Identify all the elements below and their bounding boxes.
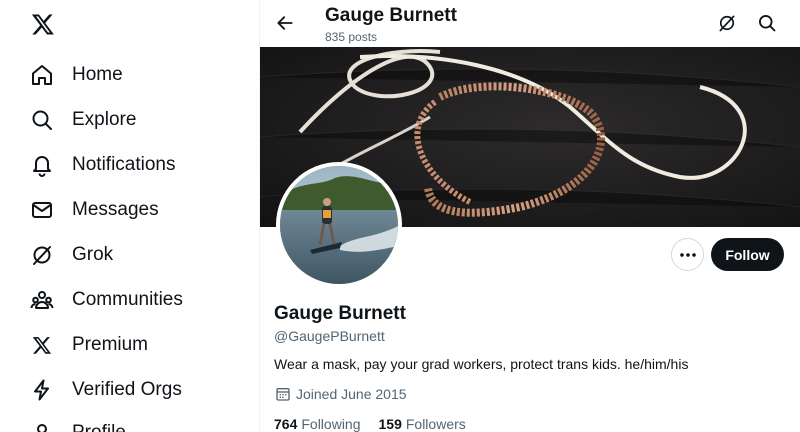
envelope-icon [30, 198, 54, 222]
profile-avatar[interactable] [276, 162, 402, 288]
header-profile-name: Gauge Burnett [325, 5, 457, 26]
x-logo-icon[interactable] [29, 9, 57, 39]
nav-label-verified-orgs: Verified Orgs [72, 379, 182, 400]
nav-item-notifications[interactable]: Notifications [30, 145, 176, 185]
nav-item-communities[interactable]: Communities [30, 280, 183, 320]
nav-label-messages: Messages [72, 199, 159, 220]
nav-item-explore[interactable]: Explore [30, 100, 136, 140]
bell-icon [30, 153, 54, 177]
profile-name: Gauge Burnett [274, 303, 406, 324]
nav-label-communities: Communities [72, 289, 183, 310]
search-icon[interactable] [756, 12, 778, 34]
search-icon [30, 108, 54, 132]
grok-icon[interactable] [716, 12, 738, 34]
nav-label-explore: Explore [72, 109, 137, 130]
followers-label: Followers [405, 416, 466, 432]
nav-item-verified-orgs[interactable]: Verified Orgs [30, 370, 182, 410]
lightning-icon [30, 378, 54, 402]
person-icon [30, 421, 54, 432]
nav-item-premium[interactable]: Premium [30, 325, 148, 365]
following-link[interactable]: 764 Following [274, 416, 361, 432]
following-label: Following [301, 416, 361, 432]
more-options-button[interactable] [671, 238, 704, 271]
following-count: 764 [274, 416, 298, 432]
followers-count: 159 [378, 416, 402, 432]
back-arrow-icon[interactable] [272, 10, 298, 36]
nav-label-home: Home [72, 64, 123, 85]
profile-header-bar: Gauge Burnett 835 posts [260, 0, 800, 47]
joined-text: Joined June 2015 [296, 386, 407, 402]
nav-item-home[interactable]: Home [30, 55, 123, 95]
profile-handle: @GaugePBurnett [274, 328, 385, 344]
nav-item-messages[interactable]: Messages [30, 190, 159, 230]
nav-item-profile[interactable]: Profile [30, 413, 126, 432]
people-icon [30, 288, 54, 312]
home-icon [30, 63, 54, 87]
nav-label-profile: Profile [72, 422, 126, 432]
nav-label-notifications: Notifications [72, 154, 176, 175]
nav-label-premium: Premium [72, 334, 149, 355]
calendar-icon [274, 385, 292, 403]
profile-joined-date: Joined June 2015 [274, 385, 407, 403]
profile-bio: Wear a mask, pay your grad workers, prot… [274, 356, 689, 372]
grok-icon [30, 243, 54, 267]
avatar-image [280, 166, 398, 284]
header-post-count: 835 posts [325, 30, 378, 44]
left-navigation: Home Explore Notifications Messages Grok… [0, 0, 262, 432]
profile-column: Gauge Burnett 835 posts Follow Gauge Bur… [260, 0, 800, 432]
profile-stats: 764 Following 159 Followers [274, 416, 466, 432]
x-logo-icon [30, 333, 54, 357]
followers-link[interactable]: 159 Followers [379, 416, 466, 432]
nav-item-grok[interactable]: Grok [30, 235, 113, 275]
nav-label-grok: Grok [72, 244, 114, 265]
ellipsis-icon [679, 252, 696, 257]
follow-button[interactable]: Follow [711, 238, 784, 271]
